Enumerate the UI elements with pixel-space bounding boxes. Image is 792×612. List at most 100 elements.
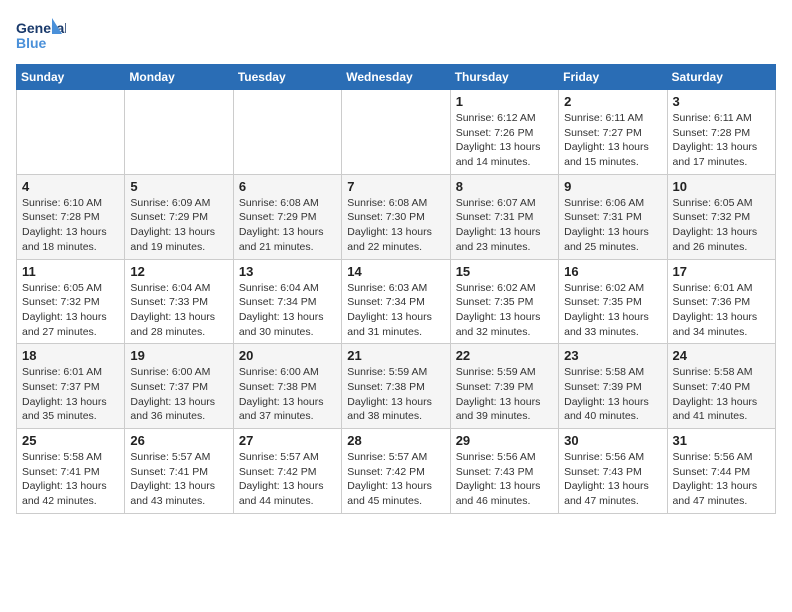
day-number: 12 <box>130 264 227 279</box>
day-number: 28 <box>347 433 444 448</box>
day-number: 8 <box>456 179 553 194</box>
calendar-cell: 3 Sunrise: 6:11 AM Sunset: 7:28 PM Daylig… <box>667 90 775 175</box>
day-number: 4 <box>22 179 119 194</box>
calendar-cell: 17 Sunrise: 6:01 AM Sunset: 7:36 PM Dayli… <box>667 259 775 344</box>
day-number: 6 <box>239 179 336 194</box>
day-number: 1 <box>456 94 553 109</box>
day-number: 18 <box>22 348 119 363</box>
calendar-cell: 25Sunrise: 5:58 AM Sunset: 7:41 PM Dayli… <box>17 429 125 514</box>
day-info: Sunrise: 5:56 AM Sunset: 7:43 PM Dayligh… <box>456 450 553 509</box>
calendar-cell: 27 Sunrise: 5:57 AM Sunset: 7:42 PM Dayli… <box>233 429 341 514</box>
day-info: Sunrise: 6:10 AM Sunset: 7:28 PM Dayligh… <box>22 196 119 255</box>
day-info: Sunrise: 6:11 AM Sunset: 7:28 PM Dayligh… <box>673 111 770 170</box>
day-info: Sunrise: 5:56 AM Sunset: 7:43 PM Dayligh… <box>564 450 661 509</box>
calendar-cell <box>233 90 341 175</box>
day-info: Sunrise: 6:01 AM Sunset: 7:37 PM Dayligh… <box>22 365 119 424</box>
day-number: 27 <box>239 433 336 448</box>
day-number: 9 <box>564 179 661 194</box>
calendar-cell: 24 Sunrise: 5:58 AM Sunset: 7:40 PM Dayli… <box>667 344 775 429</box>
day-number: 24 <box>673 348 770 363</box>
day-info: Sunrise: 5:57 AM Sunset: 7:41 PM Dayligh… <box>130 450 227 509</box>
day-number: 16 <box>564 264 661 279</box>
calendar-cell: 19Sunrise: 6:00 AM Sunset: 7:37 PM Dayli… <box>125 344 233 429</box>
day-number: 3 <box>673 94 770 109</box>
calendar-cell: 28 Sunrise: 5:57 AM Sunset: 7:42 PM Dayli… <box>342 429 450 514</box>
calendar-week-4: 18 Sunrise: 6:01 AM Sunset: 7:37 PM Dayli… <box>17 344 776 429</box>
calendar-cell: 9 Sunrise: 6:06 AM Sunset: 7:31 PM Daylig… <box>559 174 667 259</box>
calendar-table: SundayMondayTuesdayWednesdayThursdayFrid… <box>16 64 776 514</box>
calendar-cell: 22 Sunrise: 5:59 AM Sunset: 7:39 PM Dayli… <box>450 344 558 429</box>
day-number: 14 <box>347 264 444 279</box>
calendar-cell: 4 Sunrise: 6:10 AM Sunset: 7:28 PM Daylig… <box>17 174 125 259</box>
day-info: Sunrise: 6:09 AM Sunset: 7:29 PM Dayligh… <box>130 196 227 255</box>
calendar-cell: 10Sunrise: 6:05 AM Sunset: 7:32 PM Dayli… <box>667 174 775 259</box>
calendar-header: SundayMondayTuesdayWednesdayThursdayFrid… <box>17 65 776 90</box>
logo: GeneralBlue <box>16 16 66 56</box>
calendar-cell: 21Sunrise: 5:59 AM Sunset: 7:38 PM Dayli… <box>342 344 450 429</box>
day-info: Sunrise: 6:11 AM Sunset: 7:27 PM Dayligh… <box>564 111 661 170</box>
calendar-cell: 1 Sunrise: 6:12 AM Sunset: 7:26 PM Daylig… <box>450 90 558 175</box>
calendar-cell: 5 Sunrise: 6:09 AM Sunset: 7:29 PM Daylig… <box>125 174 233 259</box>
calendar-cell: 2 Sunrise: 6:11 AM Sunset: 7:27 PM Daylig… <box>559 90 667 175</box>
calendar-cell <box>17 90 125 175</box>
day-info: Sunrise: 6:04 AM Sunset: 7:34 PM Dayligh… <box>239 281 336 340</box>
day-number: 19 <box>130 348 227 363</box>
calendar-cell: 8 Sunrise: 6:07 AM Sunset: 7:31 PM Daylig… <box>450 174 558 259</box>
day-number: 31 <box>673 433 770 448</box>
day-info: Sunrise: 5:57 AM Sunset: 7:42 PM Dayligh… <box>239 450 336 509</box>
day-info: Sunrise: 6:02 AM Sunset: 7:35 PM Dayligh… <box>564 281 661 340</box>
day-info: Sunrise: 6:06 AM Sunset: 7:31 PM Dayligh… <box>564 196 661 255</box>
day-number: 25 <box>22 433 119 448</box>
day-info: Sunrise: 6:12 AM Sunset: 7:26 PM Dayligh… <box>456 111 553 170</box>
logo-svg: GeneralBlue <box>16 16 66 56</box>
calendar-cell: 26 Sunrise: 5:57 AM Sunset: 7:41 PM Dayli… <box>125 429 233 514</box>
calendar-week-5: 25Sunrise: 5:58 AM Sunset: 7:41 PM Dayli… <box>17 429 776 514</box>
day-info: Sunrise: 5:57 AM Sunset: 7:42 PM Dayligh… <box>347 450 444 509</box>
calendar-cell: 18 Sunrise: 6:01 AM Sunset: 7:37 PM Dayli… <box>17 344 125 429</box>
header-row: SundayMondayTuesdayWednesdayThursdayFrid… <box>17 65 776 90</box>
calendar-week-3: 11Sunrise: 6:05 AM Sunset: 7:32 PM Dayli… <box>17 259 776 344</box>
day-info: Sunrise: 6:00 AM Sunset: 7:38 PM Dayligh… <box>239 365 336 424</box>
day-number: 2 <box>564 94 661 109</box>
calendar-cell: 16 Sunrise: 6:02 AM Sunset: 7:35 PM Dayli… <box>559 259 667 344</box>
day-header-monday: Monday <box>125 65 233 90</box>
day-header-friday: Friday <box>559 65 667 90</box>
day-info: Sunrise: 6:07 AM Sunset: 7:31 PM Dayligh… <box>456 196 553 255</box>
calendar-cell: 15Sunrise: 6:02 AM Sunset: 7:35 PM Dayli… <box>450 259 558 344</box>
calendar-cell: 11Sunrise: 6:05 AM Sunset: 7:32 PM Dayli… <box>17 259 125 344</box>
calendar-cell: 6Sunrise: 6:08 AM Sunset: 7:29 PM Daylig… <box>233 174 341 259</box>
day-info: Sunrise: 6:08 AM Sunset: 7:30 PM Dayligh… <box>347 196 444 255</box>
calendar-cell: 13 Sunrise: 6:04 AM Sunset: 7:34 PM Dayli… <box>233 259 341 344</box>
calendar-cell: 20 Sunrise: 6:00 AM Sunset: 7:38 PM Dayli… <box>233 344 341 429</box>
calendar-cell: 14 Sunrise: 6:03 AM Sunset: 7:34 PM Dayli… <box>342 259 450 344</box>
day-number: 13 <box>239 264 336 279</box>
day-number: 26 <box>130 433 227 448</box>
day-info: Sunrise: 6:03 AM Sunset: 7:34 PM Dayligh… <box>347 281 444 340</box>
calendar-week-1: 1 Sunrise: 6:12 AM Sunset: 7:26 PM Daylig… <box>17 90 776 175</box>
calendar-cell <box>342 90 450 175</box>
calendar-cell <box>125 90 233 175</box>
day-info: Sunrise: 5:59 AM Sunset: 7:39 PM Dayligh… <box>456 365 553 424</box>
day-header-saturday: Saturday <box>667 65 775 90</box>
day-number: 7 <box>347 179 444 194</box>
day-info: Sunrise: 6:01 AM Sunset: 7:36 PM Dayligh… <box>673 281 770 340</box>
day-number: 10 <box>673 179 770 194</box>
day-info: Sunrise: 5:59 AM Sunset: 7:38 PM Dayligh… <box>347 365 444 424</box>
calendar-cell: 30Sunrise: 5:56 AM Sunset: 7:43 PM Dayli… <box>559 429 667 514</box>
day-number: 29 <box>456 433 553 448</box>
day-number: 17 <box>673 264 770 279</box>
day-number: 22 <box>456 348 553 363</box>
day-header-thursday: Thursday <box>450 65 558 90</box>
calendar-cell: 29 Sunrise: 5:56 AM Sunset: 7:43 PM Dayli… <box>450 429 558 514</box>
calendar-cell: 7 Sunrise: 6:08 AM Sunset: 7:30 PM Daylig… <box>342 174 450 259</box>
day-number: 15 <box>456 264 553 279</box>
calendar-cell: 31Sunrise: 5:56 AM Sunset: 7:44 PM Dayli… <box>667 429 775 514</box>
day-info: Sunrise: 5:58 AM Sunset: 7:40 PM Dayligh… <box>673 365 770 424</box>
day-number: 23 <box>564 348 661 363</box>
day-number: 5 <box>130 179 227 194</box>
day-header-wednesday: Wednesday <box>342 65 450 90</box>
day-info: Sunrise: 5:58 AM Sunset: 7:39 PM Dayligh… <box>564 365 661 424</box>
calendar-cell: 12Sunrise: 6:04 AM Sunset: 7:33 PM Dayli… <box>125 259 233 344</box>
calendar-body: 1 Sunrise: 6:12 AM Sunset: 7:26 PM Daylig… <box>17 90 776 514</box>
day-number: 20 <box>239 348 336 363</box>
